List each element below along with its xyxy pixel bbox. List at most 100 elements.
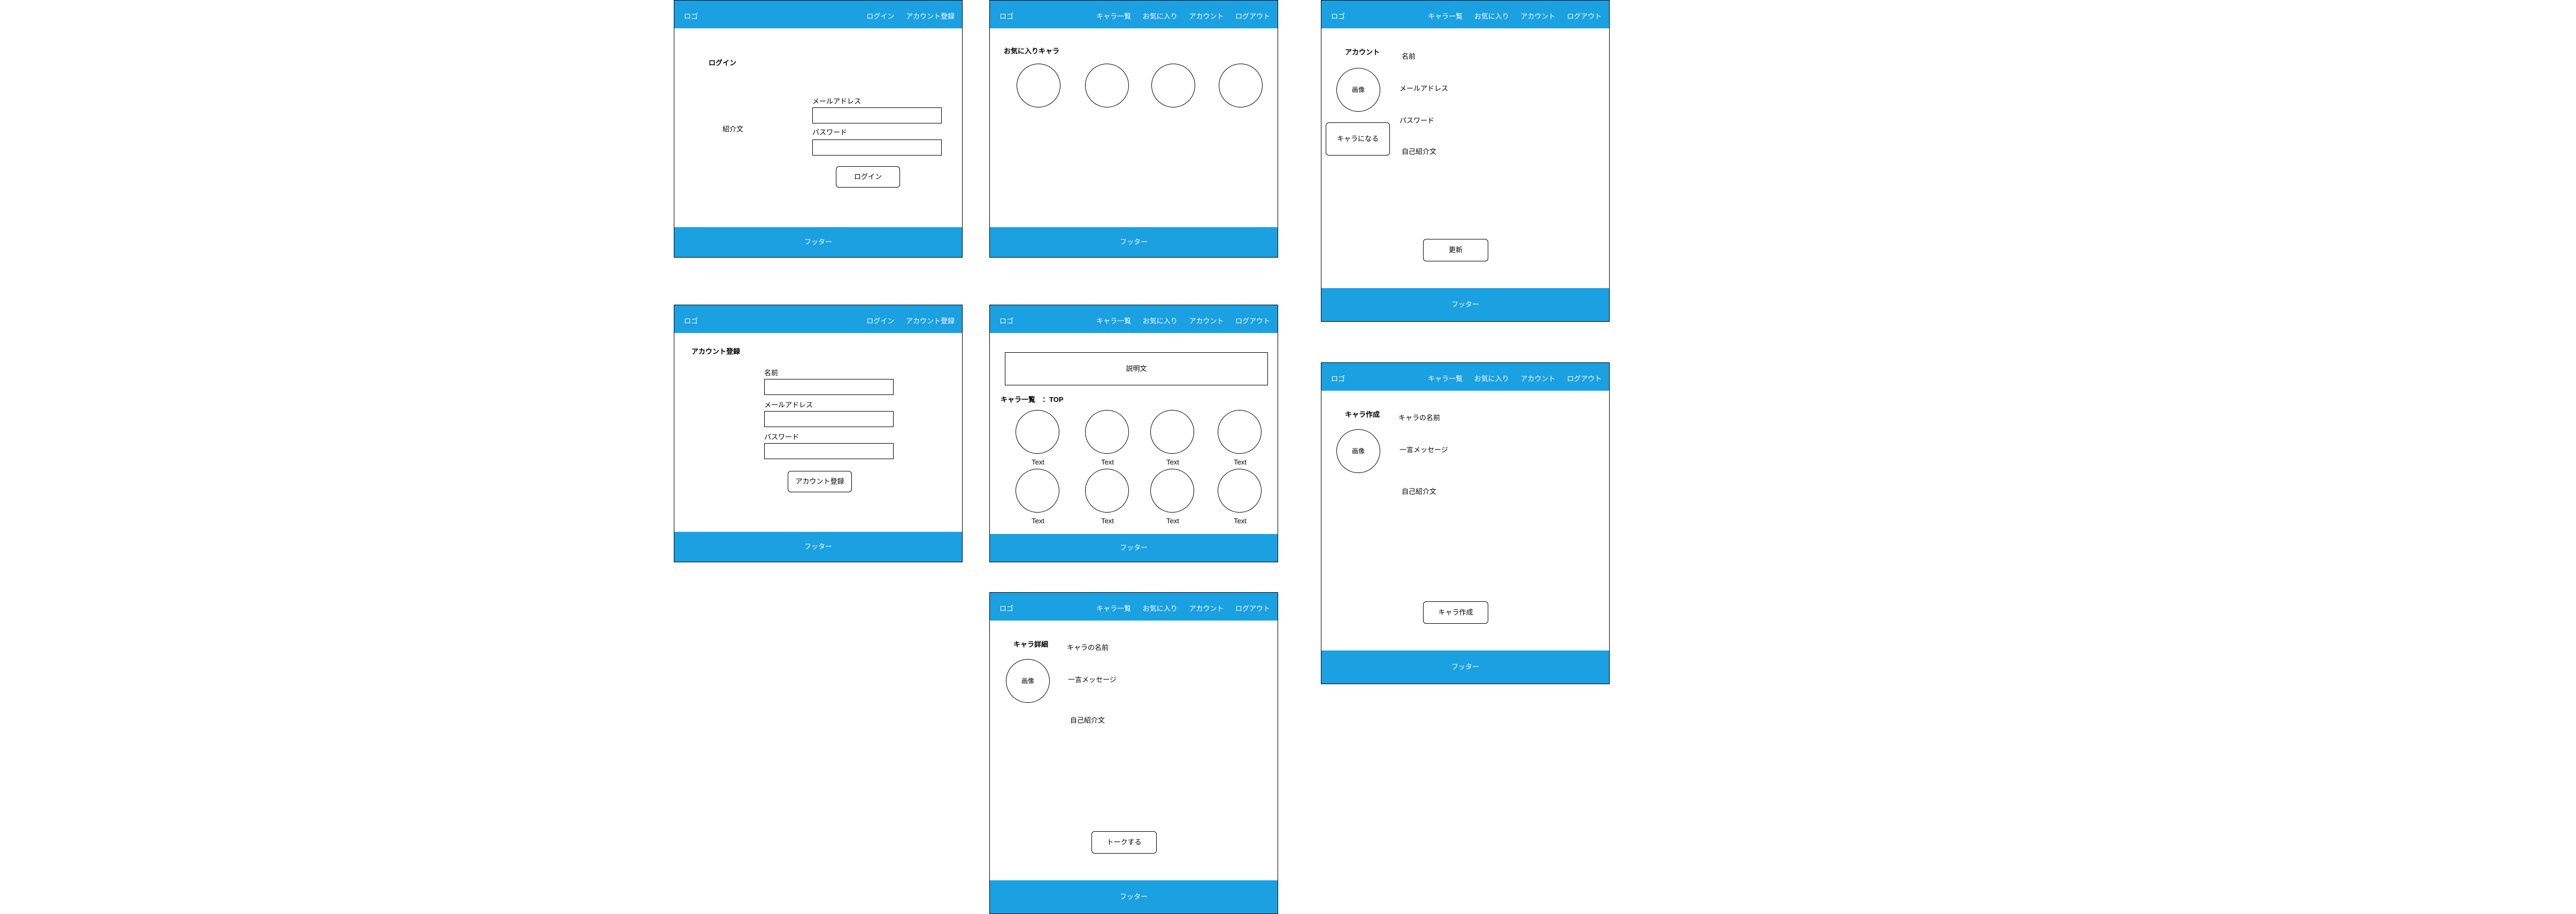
nav-account-link[interactable]: アカウント (1189, 317, 1224, 325)
nav-char-list-link[interactable]: キャラ一覧 (1096, 12, 1131, 20)
nav-favorites-link[interactable]: お気に入り (1143, 605, 1178, 613)
login-screen: ロゴ ログイン アカウント登録 ログイン 紹介文 メールアドレス パスワード ロ… (674, 0, 963, 258)
logo[interactable]: ロゴ (1331, 11, 1345, 21)
talk-button[interactable]: トークする (1091, 831, 1157, 854)
password-field[interactable] (764, 443, 894, 459)
page-title: お気に入りキャラ (1004, 47, 1060, 55)
header: ロゴ キャラ一覧 お気に入り アカウント ログアウト (990, 593, 1278, 621)
nav-char-list-link[interactable]: キャラ一覧 (1096, 317, 1131, 325)
name-label: キャラの名前 (1067, 644, 1109, 652)
nav-login-link[interactable]: ログイン (866, 12, 894, 20)
name-label: 名前 (764, 369, 779, 377)
logo[interactable]: ロゴ (684, 11, 698, 21)
footer: フッター (674, 532, 962, 562)
favorite-character-avatar[interactable] (1017, 64, 1060, 107)
description-text: 説明文 (1126, 365, 1147, 373)
avatar-image[interactable]: 画像 (1336, 68, 1380, 112)
footer: フッター (1321, 288, 1609, 321)
logo[interactable]: ロゴ (999, 11, 1013, 21)
logo[interactable]: ロゴ (1331, 373, 1345, 383)
header: ロゴ キャラ一覧 お気に入り アカウント ログアウト (1321, 1, 1609, 28)
header: ロゴ キャラ一覧 お気に入り アカウント ログアウト (1321, 363, 1609, 391)
nav: ログイン アカウント登録 (866, 11, 955, 21)
create-character-button[interactable]: キャラ作成 (1423, 601, 1488, 624)
nav-char-list-link[interactable]: キャラ一覧 (1428, 12, 1463, 20)
character-avatar[interactable] (1085, 469, 1129, 513)
become-character-button[interactable]: キャラになる (1326, 122, 1390, 156)
footer: フッター (674, 227, 962, 257)
nav-char-list-link[interactable]: キャラ一覧 (1096, 605, 1131, 613)
character-caption: Text (1101, 517, 1114, 525)
login-button[interactable]: ログイン (836, 166, 900, 188)
register-button[interactable]: アカウント登録 (788, 471, 852, 492)
image-label: 画像 (1351, 86, 1365, 94)
favorite-character-avatar[interactable] (1151, 64, 1195, 107)
bio-label: 自己紹介文 (1402, 487, 1437, 495)
favorite-character-avatar[interactable] (1219, 64, 1263, 107)
character-caption: Text (1032, 458, 1044, 466)
nav: ログイン アカウント登録 (866, 315, 955, 326)
nav-logout-link[interactable]: ログアウト (1235, 317, 1270, 325)
page-title: キャラ一覧 ：TOP (1001, 396, 1064, 404)
favorites-screen: ロゴ キャラ一覧 お気に入り アカウント ログアウト お気に入りキャラ フッター (989, 0, 1278, 258)
update-button[interactable]: 更新 (1423, 239, 1488, 261)
character-avatar[interactable] (1218, 469, 1262, 513)
nav-account-link[interactable]: アカウント (1189, 605, 1224, 613)
favorite-character-avatar[interactable] (1085, 64, 1129, 107)
password-label: パスワード (812, 128, 848, 136)
page-title: キャラ詳細 (1013, 640, 1049, 648)
logo[interactable]: ロゴ (999, 315, 1013, 326)
character-caption: Text (1234, 458, 1247, 466)
character-caption: Text (1234, 517, 1247, 525)
nav-register-link[interactable]: アカウント登録 (906, 12, 955, 20)
nav-logout-link[interactable]: ログアウト (1235, 605, 1270, 613)
nav-favorites-link[interactable]: お気に入り (1143, 317, 1178, 325)
nav: キャラ一覧 お気に入り アカウント ログアウト (1096, 603, 1270, 613)
nav-logout-link[interactable]: ログアウト (1235, 12, 1270, 20)
email-field[interactable] (764, 411, 894, 427)
footer: フッター (990, 880, 1278, 913)
nav-logout-link[interactable]: ログアウト (1567, 375, 1602, 383)
email-field[interactable] (812, 107, 942, 123)
password-field[interactable] (812, 140, 942, 156)
nav-register-link[interactable]: アカウント登録 (906, 317, 955, 325)
character-image[interactable]: 画像 (1336, 429, 1380, 473)
character-caption: Text (1166, 517, 1179, 525)
nav: キャラ一覧 お気に入り アカウント ログアウト (1428, 373, 1602, 383)
intro-text: 紹介文 (722, 125, 744, 133)
character-avatar[interactable] (1016, 469, 1059, 513)
character-detail-screen: ロゴ キャラ一覧 お気に入り アカウント ログアウト キャラ詳細 画像 キャラの… (989, 592, 1278, 914)
name-label: キャラの名前 (1398, 414, 1441, 422)
logo[interactable]: ロゴ (684, 315, 698, 326)
nav-char-list-link[interactable]: キャラ一覧 (1428, 375, 1463, 383)
character-create-screen: ロゴ キャラ一覧 お気に入り アカウント ログアウト キャラ作成 画像 キャラの… (1321, 362, 1610, 684)
message-label: 一言メッセージ (1400, 446, 1448, 454)
page-title: キャラ作成 (1345, 410, 1380, 419)
character-avatar[interactable] (1218, 410, 1262, 454)
character-avatar[interactable] (1016, 410, 1059, 454)
logo[interactable]: ロゴ (999, 603, 1013, 613)
character-avatar[interactable] (1150, 410, 1194, 454)
header: ロゴ ログイン アカウント登録 (674, 305, 962, 333)
image-label: 画像 (1021, 677, 1034, 685)
password-label: パスワード (1400, 117, 1435, 125)
bio-label: 自己紹介文 (1402, 148, 1437, 156)
nav-favorites-link[interactable]: お気に入り (1474, 375, 1509, 383)
nav-logout-link[interactable]: ログアウト (1567, 12, 1602, 20)
character-caption: Text (1166, 458, 1179, 466)
email-label: メールアドレス (1400, 84, 1449, 92)
nav-account-link[interactable]: アカウント (1520, 375, 1555, 383)
name-field[interactable] (764, 379, 894, 395)
footer: フッター (1321, 650, 1609, 684)
nav-account-link[interactable]: アカウント (1520, 12, 1555, 20)
character-avatar[interactable] (1085, 410, 1129, 454)
character-avatar[interactable] (1150, 469, 1194, 513)
register-screen: ロゴ ログイン アカウント登録 アカウント登録 名前 メールアドレス パスワード… (674, 305, 963, 562)
password-label: パスワード (764, 433, 799, 441)
nav-favorites-link[interactable]: お気に入り (1143, 12, 1178, 20)
nav-login-link[interactable]: ログイン (866, 317, 894, 325)
header: ロゴ ログイン アカウント登録 (674, 1, 962, 28)
nav-favorites-link[interactable]: お気に入り (1474, 12, 1509, 20)
nav-account-link[interactable]: アカウント (1189, 12, 1224, 20)
character-caption: Text (1032, 517, 1044, 525)
